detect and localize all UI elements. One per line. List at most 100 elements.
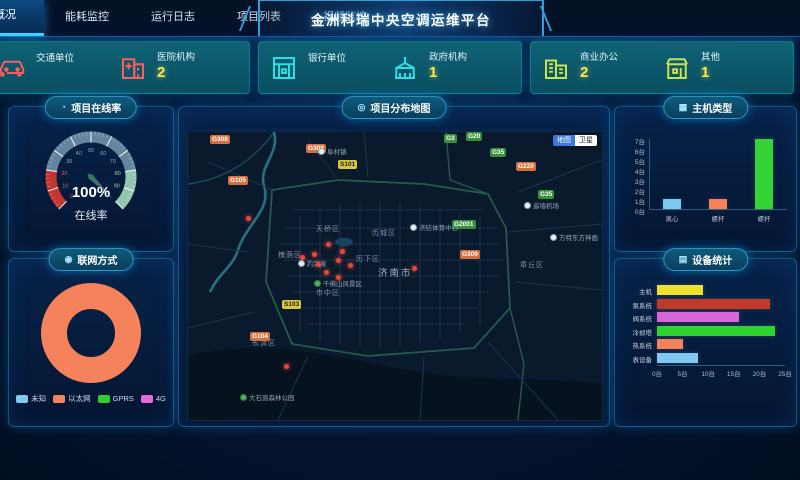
stat-office: 商业办公 2 bbox=[541, 52, 662, 83]
stat-label: 商业办公 bbox=[580, 52, 618, 64]
stat-transport: 交通单位 bbox=[0, 53, 118, 83]
axis-tick-label: 20台 bbox=[747, 368, 771, 378]
svg-text:30: 30 bbox=[66, 159, 72, 165]
district-label: 市中区 bbox=[316, 288, 340, 298]
x-axis-line bbox=[649, 209, 787, 210]
axis-tick-label: 阀系统 bbox=[619, 313, 652, 323]
government-icon bbox=[390, 53, 420, 83]
axis-tick-label: 冷却塔 bbox=[619, 327, 652, 337]
district-label: 天桥区 bbox=[316, 224, 340, 234]
stat-other: 其他 1 bbox=[662, 52, 783, 83]
svg-text:60: 60 bbox=[100, 151, 106, 157]
map-overlay: G308G308G105G309G104G220G3G20G35G2001G35… bbox=[188, 132, 602, 420]
online-rate-gauge: 0102030405060708090100%在线率 bbox=[9, 121, 173, 225]
poi-marker[interactable]: 方特东方神画 bbox=[550, 232, 598, 242]
svg-text:70: 70 bbox=[110, 159, 116, 165]
bar bbox=[657, 312, 739, 322]
road-badge: G220 bbox=[516, 162, 536, 171]
hospital-icon bbox=[118, 53, 148, 83]
axis-tick-label: 3台 bbox=[619, 176, 645, 186]
tab-overview[interactable]: 概况 bbox=[0, 0, 44, 36]
poi-dot-icon bbox=[524, 202, 531, 209]
stat-value bbox=[308, 65, 346, 82]
legend-item[interactable]: 4G bbox=[141, 393, 166, 404]
project-marker[interactable] bbox=[300, 255, 305, 260]
panel-title: 联网方式 bbox=[77, 252, 117, 267]
poi-marker[interactable]: 阜村镇 bbox=[318, 146, 347, 156]
project-marker[interactable] bbox=[326, 242, 331, 247]
legend-item[interactable]: 以太网 bbox=[53, 393, 91, 404]
project-marker[interactable] bbox=[336, 275, 341, 280]
poi-dot-icon bbox=[318, 148, 325, 155]
project-marker[interactable] bbox=[412, 266, 417, 271]
poi-label: 千佛山风景区 bbox=[323, 278, 362, 288]
axis-tick-label: 热系统 bbox=[619, 340, 652, 350]
stat-label: 政府机构 bbox=[429, 52, 467, 64]
project-marker[interactable] bbox=[316, 262, 321, 267]
poi-marker[interactable]: 遥墙机场 bbox=[524, 200, 559, 210]
tab-run-logs[interactable]: 运行日志 bbox=[130, 0, 216, 36]
road-badge: G3 bbox=[444, 134, 457, 143]
legend-label: GPRS bbox=[113, 394, 134, 403]
svg-text:100%: 100% bbox=[72, 184, 110, 201]
stat-label: 交通单位 bbox=[36, 53, 74, 65]
project-marker[interactable] bbox=[312, 252, 317, 257]
map-layer-button[interactable]: 地图 bbox=[553, 135, 575, 146]
stat-value: 1 bbox=[701, 64, 720, 83]
project-marker[interactable] bbox=[324, 270, 329, 275]
panel-online-rate: ◔ 项目在线率 0102030405060708090100%在线率 bbox=[8, 106, 174, 252]
page-title: 金洲科瑞中央空调运维平台 bbox=[311, 9, 491, 29]
legend-item[interactable]: 未知 bbox=[16, 393, 46, 404]
shop-icon bbox=[662, 53, 692, 83]
panel-title: 项目分布地图 bbox=[370, 100, 430, 115]
poi-marker[interactable]: 大石崮森林公园 bbox=[240, 392, 295, 402]
road-badge: G308 bbox=[210, 135, 230, 144]
stat-card-bank-government: 银行单位 政府机构 1 bbox=[258, 41, 522, 94]
bar bbox=[755, 139, 773, 209]
tab-energy-monitor[interactable]: 能耗监控 bbox=[44, 0, 130, 36]
road-badge: G35 bbox=[538, 190, 554, 199]
axis-tick-label: 主机 bbox=[619, 286, 652, 296]
top-nav: 概况 能耗监控 运行日志 项目列表 视频监控 金洲科瑞中央空调运维平台 bbox=[0, 0, 800, 37]
bar bbox=[657, 299, 770, 309]
project-marker[interactable] bbox=[348, 263, 353, 268]
axis-tick-label: 螺杆 bbox=[744, 213, 784, 223]
map-canvas[interactable]: G308G308G105G309G104G220G3G20G35G2001G35… bbox=[187, 131, 603, 421]
axis-tick-label: 0台 bbox=[645, 368, 669, 378]
axis-tick-label: 2台 bbox=[619, 186, 645, 196]
poi-marker[interactable]: 济纺体育中心 bbox=[410, 222, 458, 232]
poi-label: 方特东方神画 bbox=[559, 232, 598, 242]
stat-label: 银行单位 bbox=[308, 53, 346, 65]
panel-device-header: ▤ 设备统计 bbox=[663, 248, 749, 271]
poi-label: 济纺体育中心 bbox=[419, 222, 458, 232]
district-label: 章丘区 bbox=[520, 260, 544, 270]
panel-title: 设备统计 bbox=[692, 252, 732, 267]
road-badge: G104 bbox=[250, 332, 270, 341]
project-marker[interactable] bbox=[336, 258, 341, 263]
stat-value: 2 bbox=[157, 64, 195, 83]
district-label: 历下区 bbox=[356, 254, 380, 264]
axis-tick-label: 7台 bbox=[619, 136, 645, 146]
svg-text:在线率: 在线率 bbox=[75, 208, 108, 222]
svg-text:80: 80 bbox=[115, 171, 121, 177]
axis-tick-label: 泵系统 bbox=[619, 300, 652, 310]
road-badge: S103 bbox=[282, 300, 301, 309]
poi-dot-icon bbox=[240, 394, 247, 401]
axis-tick-label: 螺杆 bbox=[698, 213, 738, 223]
satellite-layer-button[interactable]: 卫星 bbox=[575, 135, 597, 146]
axis-tick-label: 15台 bbox=[722, 368, 746, 378]
project-marker[interactable] bbox=[284, 364, 289, 369]
svg-text:50: 50 bbox=[88, 148, 94, 154]
poi-label: 遥墙机场 bbox=[533, 200, 559, 210]
legend-swatch bbox=[98, 395, 110, 403]
legend-swatch bbox=[141, 395, 153, 403]
road-badge: G35 bbox=[490, 148, 506, 157]
bar bbox=[657, 339, 683, 349]
legend-swatch bbox=[53, 395, 65, 403]
project-marker[interactable] bbox=[340, 249, 345, 254]
x-axis-line bbox=[657, 365, 785, 366]
svg-text:20: 20 bbox=[61, 171, 67, 177]
project-marker[interactable] bbox=[246, 216, 251, 221]
legend-item[interactable]: GPRS bbox=[98, 393, 134, 404]
dashboard: 概况 能耗监控 运行日志 项目列表 视频监控 金洲科瑞中央空调运维平台 交通单位 bbox=[0, 0, 800, 480]
